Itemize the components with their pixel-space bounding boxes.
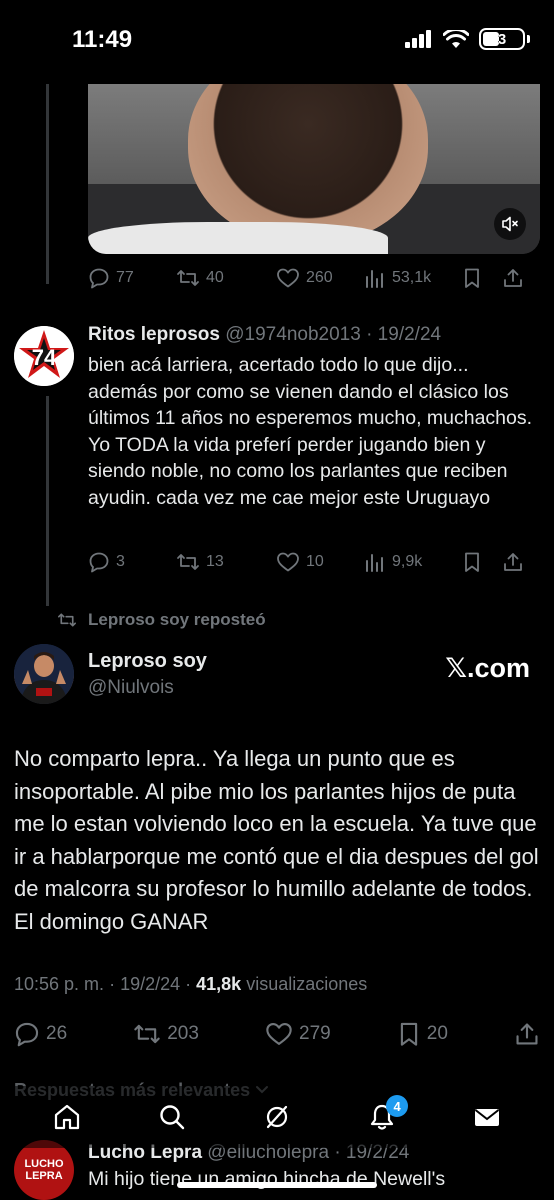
repost-icon [134, 1024, 160, 1044]
repost-indicator[interactable]: Leproso soy reposteó [56, 610, 266, 630]
tweet-text: bien acá larriera, acertado todo lo que … [88, 354, 533, 509]
bookmark-button[interactable] [462, 551, 502, 573]
reply-button[interactable]: 3 [88, 551, 176, 573]
tweet-text: No comparto lepra.. Ya llega un punto qu… [14, 746, 539, 934]
repost-label-text: Leproso soy reposteó [88, 610, 266, 629]
tweet-time[interactable]: 10:56 p. m. [14, 974, 104, 994]
repost-count: 40 [206, 269, 224, 286]
tweet-meta: 10:56 p. m. · 19/2/24 · 41,8k visualizac… [14, 974, 367, 995]
repost-icon [57, 613, 76, 627]
reply-icon [15, 1022, 39, 1047]
video-shirt [88, 222, 388, 254]
home-icon [54, 1104, 79, 1130]
reply-icon [89, 552, 109, 573]
reply-button[interactable]: 26 [14, 1021, 67, 1047]
svg-text:74: 74 [32, 345, 57, 370]
status-time: 11:49 [72, 26, 133, 53]
reply-count: 77 [116, 269, 134, 286]
reply-count: 3 [116, 553, 125, 570]
avatar[interactable]: 74 [14, 326, 74, 386]
battery-icon: 3 [479, 28, 525, 50]
tweet2-actions: 3 13 10 9,9k [88, 547, 540, 577]
x-watermark: 𝕏.com [445, 653, 530, 683]
reply-icon [89, 268, 109, 289]
tab-messages[interactable] [467, 1097, 507, 1137]
views-count: 53,1k [392, 269, 432, 286]
views-count: 9,9k [392, 553, 423, 570]
share-icon [504, 553, 522, 571]
grok-icon [266, 1105, 288, 1129]
share-icon [504, 269, 522, 287]
avatar-text: LUCHO LEPRA [24, 1158, 64, 1182]
bookmark-button[interactable] [462, 267, 502, 289]
repost-button[interactable]: 13 [176, 551, 276, 573]
tab-notifications[interactable]: 4 [362, 1095, 409, 1137]
reply-button[interactable]: 77 [88, 267, 176, 289]
main-tweet-actions: 26 203 279 20 [14, 1018, 540, 1050]
thread-line [46, 84, 49, 284]
reply-count: 26 [46, 1023, 68, 1044]
home-indicator[interactable] [177, 1182, 377, 1188]
tab-search[interactable] [152, 1097, 192, 1137]
views-label: visualizaciones [246, 974, 368, 994]
ritos-logo-icon: 74 [14, 326, 74, 386]
notification-badge: 4 [386, 1095, 409, 1117]
bookmark-count: 20 [426, 1023, 448, 1044]
views-button[interactable]: 53,1k [364, 267, 462, 289]
video-player[interactable] [88, 84, 540, 254]
status-icons: 3 [405, 28, 530, 50]
tab-home[interactable] [47, 1097, 87, 1137]
repost-icon [177, 554, 199, 570]
views-button[interactable]: 9,9k [364, 551, 462, 573]
tweet-date: · 19/2/24 [366, 324, 442, 345]
avatar[interactable]: LUCHO LEPRA [14, 1140, 74, 1200]
prev-tweet-actions: 77 40 260 53,1k [88, 263, 540, 293]
thread-line [46, 396, 49, 606]
like-count: 10 [306, 553, 324, 570]
repost-button[interactable]: 203 [133, 1021, 199, 1047]
tab-grok[interactable] [257, 1097, 297, 1137]
battery-level: 3 [497, 30, 507, 48]
like-button[interactable]: 10 [276, 551, 364, 573]
bookmark-icon [400, 1022, 417, 1046]
bottom-tab-bar: 4 [0, 1086, 554, 1148]
share-button[interactable] [514, 1021, 540, 1047]
heart-icon [266, 1023, 292, 1045]
like-button[interactable]: 260 [276, 267, 364, 289]
repost-count: 203 [167, 1023, 199, 1044]
bookmark-button[interactable]: 20 [397, 1021, 448, 1047]
avatar[interactable] [14, 644, 74, 704]
like-button[interactable]: 279 [265, 1021, 331, 1047]
mute-button[interactable] [494, 208, 526, 240]
views-count: 41,8k [196, 974, 242, 994]
profile-photo [14, 644, 74, 704]
author-name[interactable]: Ritos leprosos [88, 324, 220, 345]
heart-icon [277, 552, 299, 572]
tweet-date[interactable]: · 19/2/24 · [109, 974, 191, 994]
bookmark-icon [465, 552, 479, 572]
author-name[interactable]: Leproso soy [88, 650, 207, 673]
mail-icon [475, 1109, 500, 1126]
bookmark-icon [465, 268, 479, 288]
battery-tip [527, 35, 530, 43]
share-button[interactable] [502, 551, 532, 573]
repost-icon [177, 270, 199, 286]
share-button[interactable] [502, 267, 532, 289]
wifi-icon [443, 29, 469, 48]
status-bar: 11:49 3 [0, 0, 554, 84]
views-icon [366, 554, 383, 572]
heart-icon [277, 268, 299, 288]
views-icon [366, 270, 383, 288]
like-count: 260 [306, 269, 333, 286]
author-handle[interactable]: @Niulvois [88, 677, 174, 699]
like-count: 279 [299, 1023, 331, 1044]
repost-button[interactable]: 40 [176, 267, 276, 289]
search-icon [160, 1105, 184, 1130]
speaker-muted-icon [502, 216, 518, 232]
repost-count: 13 [206, 553, 224, 570]
tweet-header: Ritos leprosos @1974nob2013 · 19/2/24 [88, 324, 441, 346]
cellular-signal-icon [405, 30, 431, 48]
author-handle[interactable]: @1974nob2013 [225, 324, 361, 345]
share-icon [516, 1023, 538, 1045]
